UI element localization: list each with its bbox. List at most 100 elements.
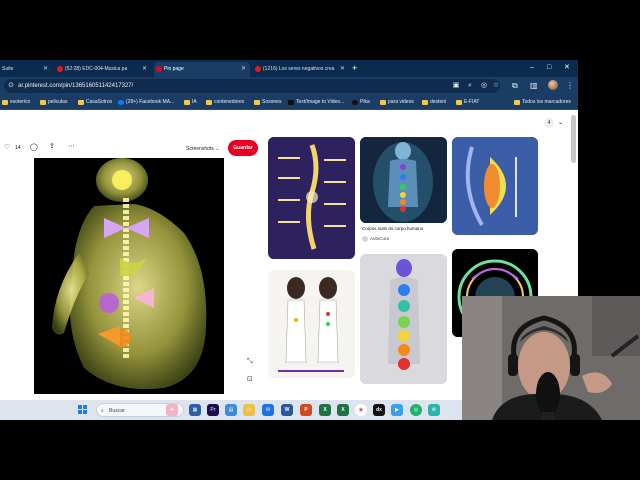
sidebar-icon[interactable]: ▥ xyxy=(530,80,538,92)
bookmark-label: para videos xyxy=(388,99,414,105)
pinterest-icon xyxy=(156,66,162,72)
close-icon[interactable]: ✕ xyxy=(241,62,246,77)
bookmark-ia[interactable]: IA xyxy=(184,95,197,110)
youtube-icon xyxy=(57,66,63,72)
tab-label: (1216) Los seres negativos crea xyxy=(263,66,335,72)
extensions-icon[interactable]: ⧉ xyxy=(512,80,518,92)
new-tab-button[interactable]: + xyxy=(352,62,357,74)
bookmark-label: Sosones xyxy=(262,99,282,105)
bookmark-label: peliculas xyxy=(48,99,68,105)
eye-off-icon[interactable]: ◎ xyxy=(480,82,488,90)
related-pin[interactable] xyxy=(452,137,538,235)
chrome-icon[interactable]: ◉ xyxy=(355,404,367,416)
vpn-icon[interactable]: ◎ xyxy=(410,404,422,416)
bookmark-esoterico[interactable]: esoterico xyxy=(2,95,30,110)
pin-caption: Corpos sutis do corpo humano xyxy=(362,226,424,231)
page-scrollbar[interactable] xyxy=(571,115,576,163)
webcam-overlay xyxy=(462,296,640,420)
dx-icon[interactable]: dx xyxy=(373,404,385,416)
folder-icon xyxy=(514,100,520,105)
avatar[interactable] xyxy=(548,80,558,90)
minimize-button[interactable]: – xyxy=(530,62,534,74)
spine-chart-illustration xyxy=(268,137,355,259)
tab-pin-page[interactable]: Pin page ✕ xyxy=(154,62,250,77)
related-pin[interactable] xyxy=(360,254,447,384)
powerpoint-icon[interactable]: P xyxy=(300,404,312,416)
board-dropdown[interactable]: Screenshots ⌄ xyxy=(186,145,219,153)
board-name: Screenshots xyxy=(186,146,214,152)
chevron-down-icon: ⌄ xyxy=(215,146,220,152)
widgets-icon[interactable]: ❀ xyxy=(166,404,178,416)
search-icon: ⌕ xyxy=(101,408,104,414)
tab-youtube-seres[interactable]: (1216) Los seres negativos crea ✕ xyxy=(253,62,349,77)
bookmark-facebook[interactable]: (28+) Facebook MA... xyxy=(118,95,174,110)
bookmark-label: Pika xyxy=(360,99,370,105)
pin-source[interactable]: AutoCura xyxy=(362,236,389,242)
close-icon[interactable]: ✕ xyxy=(43,62,48,77)
zoom-icon[interactable]: ⌕ xyxy=(466,82,474,90)
tab-label: (52:28) EDC-004-Musica pa xyxy=(65,66,128,72)
chakra-figure-illustration xyxy=(360,254,447,384)
settings-icon[interactable]: ⚙ xyxy=(428,404,440,416)
bookmark-sosones[interactable]: Sosones xyxy=(254,95,281,110)
excel-icon[interactable]: X xyxy=(319,404,331,416)
expand-icon[interactable]: ⤡ xyxy=(247,358,253,366)
address-bar[interactable]: ⊙ ar.pinterest.com/pin/13651605114241732… xyxy=(4,79,500,93)
media-icon[interactable]: ▶ xyxy=(391,404,403,416)
premiere-icon[interactable]: Pr xyxy=(207,404,219,416)
page-indicator[interactable]: 4 xyxy=(544,118,554,128)
folder-icon[interactable]: ▭ xyxy=(243,404,255,416)
tab-label: Pin page xyxy=(164,66,184,72)
tab-youtube-music[interactable]: (52:28) EDC-004-Musica pa ✕ xyxy=(55,62,151,77)
mail-icon[interactable]: ✉ xyxy=(262,404,274,416)
bookmarks-bar: esoterico peliculas CasaSotros (28+) Fac… xyxy=(0,95,578,110)
bookmark-pika[interactable]: Pika xyxy=(352,95,370,110)
excel-icon[interactable]: X xyxy=(337,404,349,416)
related-pin[interactable] xyxy=(268,137,355,259)
bookmark-todos[interactable]: Todos los marcadores xyxy=(514,95,571,110)
bookmark-e-fiat[interactable]: E-FIAT xyxy=(456,95,479,110)
bookmark-peliculas[interactable]: peliculas xyxy=(40,95,67,110)
source-avatar xyxy=(362,236,368,242)
install-icon[interactable]: ▣ xyxy=(452,82,460,90)
bookmark-label: IA xyxy=(192,99,197,105)
bookmark-label: (28+) Facebook MA... xyxy=(126,99,175,105)
windows-start-icon[interactable] xyxy=(78,405,88,415)
heart-icon[interactable]: ♡ xyxy=(4,143,10,153)
menu-icon[interactable]: ⋮ xyxy=(566,80,574,92)
folder-icon xyxy=(2,100,8,105)
close-icon[interactable]: ✕ xyxy=(142,62,147,77)
folder-icon xyxy=(380,100,386,105)
file-manager-icon[interactable]: ▤ xyxy=(225,404,237,416)
related-pin[interactable] xyxy=(360,137,447,223)
close-icon[interactable]: ✕ xyxy=(340,62,345,77)
related-pin[interactable] xyxy=(268,270,355,378)
bookmark-casasotros[interactable]: CasaSotros xyxy=(78,95,112,110)
pika-icon xyxy=(352,100,358,105)
site-info-icon[interactable]: ⊙ xyxy=(7,82,15,90)
bookmark-contenedores[interactable]: contenedores xyxy=(206,95,244,110)
like-count: 14 xyxy=(15,145,21,151)
source-name: AutoCura xyxy=(370,236,390,241)
tab-strip: Suite ✕ (52:28) EDC-004-Musica pa ✕ Pin … xyxy=(0,60,578,77)
bookmark-desteni[interactable]: desteni xyxy=(422,95,446,110)
explorer-icon[interactable]: ▦ xyxy=(189,404,201,416)
maximize-button[interactable]: □ xyxy=(547,62,551,74)
share-icon[interactable]: ⇪ xyxy=(49,142,55,152)
close-window-button[interactable]: ✕ xyxy=(564,62,570,74)
more-options-icon[interactable]: ⋯ xyxy=(68,142,75,152)
chevron-down-icon[interactable]: ⌄ xyxy=(558,118,563,128)
comment-icon[interactable]: ◯ xyxy=(30,143,38,153)
two-women-illustration xyxy=(268,270,355,378)
app-icon xyxy=(288,100,294,105)
tab-suite[interactable]: Suite ✕ xyxy=(0,62,52,77)
word-icon[interactable]: W xyxy=(281,404,293,416)
save-button[interactable]: Guardar xyxy=(228,140,258,156)
pin-main-image[interactable] xyxy=(34,158,224,394)
bookmark-text-image-video[interactable]: Text/Image to Video... xyxy=(288,95,344,110)
chakra-body-illustration xyxy=(360,137,447,223)
anatomy-illustration xyxy=(34,158,224,394)
bookmark-para-videos[interactable]: para videos xyxy=(380,95,414,110)
visual-search-icon[interactable]: ⊡ xyxy=(247,376,253,384)
bookmark-star-icon[interactable]: ☆ xyxy=(492,82,500,90)
